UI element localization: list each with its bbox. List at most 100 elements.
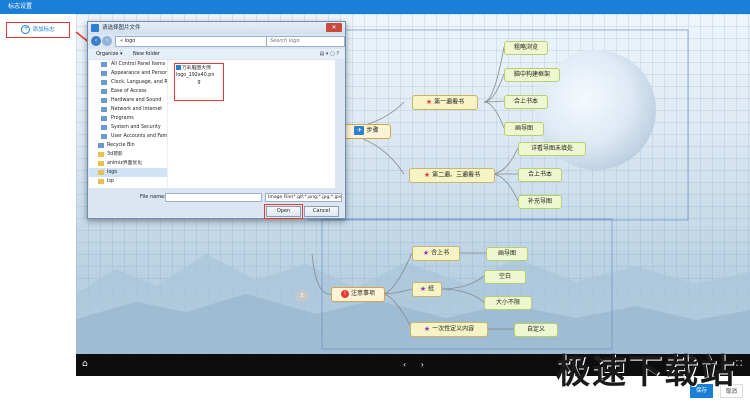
- prev-next-arrows-icon[interactable]: ‹ ›: [403, 360, 430, 369]
- fullscreen-icon[interactable]: ⛶: [736, 359, 742, 369]
- forward-arrow-icon[interactable]: ›: [102, 36, 112, 46]
- add-mark-label: 添加标志: [32, 27, 55, 33]
- site-watermark: 极速下载站: [556, 352, 736, 392]
- file-list[interactable]: 万彩脑图大师 logo_192x40.pn g: [168, 60, 335, 188]
- image-file-icon: [176, 65, 181, 70]
- tree-item[interactable]: All Control Panel Items: [89, 60, 167, 69]
- dialog-title-bar: 请选择图片文件 ✕: [88, 22, 345, 34]
- tree-item-label: User Accounts and Family Safety: [111, 134, 168, 139]
- tree-item[interactable]: animiz界面优化: [89, 159, 167, 168]
- node-paper[interactable]: ★ 纸: [412, 282, 442, 297]
- control-panel-icon: [101, 89, 107, 94]
- tree-item[interactable]: Programs: [89, 114, 167, 123]
- dialog-toolbar: Organize ▾ New folder ▤ ▾ ▢ ?: [88, 49, 345, 59]
- tree-item[interactable]: User Accounts and Family Safety: [89, 132, 167, 141]
- node-draw-map[interactable]: 画导图: [486, 247, 528, 261]
- tree-item-label: Recycle Bin: [107, 143, 135, 148]
- control-panel-icon: [101, 80, 107, 85]
- file-type-filter[interactable]: Image File(*.gif;*.png;*.jpg;*.jpe: [265, 193, 342, 202]
- new-folder-button[interactable]: New folder: [133, 49, 160, 59]
- control-panel-icon: [101, 107, 107, 112]
- control-panel-icon: [101, 116, 107, 121]
- tree-item[interactable]: System and Security: [89, 123, 167, 132]
- tree-item[interactable]: Ease of Access: [89, 87, 167, 96]
- node-second-read[interactable]: ★ 第二遍、三遍看书: [409, 168, 495, 183]
- search-input[interactable]: Search logo: [266, 36, 345, 47]
- tree-item-label: logo: [107, 170, 118, 175]
- folder-icon: [98, 170, 104, 175]
- folder-tree[interactable]: All Control Panel Items Appearance and Pe…: [89, 60, 168, 188]
- control-panel-icon: [101, 71, 107, 76]
- node-steps[interactable]: ✈ 步骤: [342, 124, 391, 139]
- node-first-child-3[interactable]: 合上书本: [504, 95, 548, 109]
- node-paper-child-1[interactable]: 空白: [484, 270, 526, 284]
- window-title: 标志设置: [8, 3, 33, 10]
- tree-item-label: Network and Internet: [111, 107, 163, 112]
- node-first-child-4[interactable]: 画导图: [504, 122, 544, 136]
- organize-button[interactable]: Organize ▾: [96, 49, 123, 59]
- app-icon: [91, 24, 99, 32]
- view-help-icons[interactable]: ▤ ▾ ▢ ?: [320, 49, 339, 59]
- open-button[interactable]: Open: [264, 204, 303, 219]
- tree-item-label: Hardware and Sound: [111, 98, 162, 103]
- window-title-bar: 标志设置: [0, 0, 750, 14]
- tree-item[interactable]: logo: [89, 168, 167, 177]
- control-panel-icon: [101, 62, 107, 67]
- tree-item-label: All Control Panel Items: [111, 62, 166, 67]
- node-one-time[interactable]: ★ 一次性定义内容: [410, 322, 488, 337]
- tree-item[interactable]: Clock, Language, and Region: [89, 78, 167, 87]
- tree-item-label: Programs: [111, 116, 134, 121]
- tree-item-label: Clock, Language, and Region: [111, 80, 167, 85]
- file-name-label: File name:: [140, 194, 166, 200]
- node-second-child-3[interactable]: 补充导图: [518, 195, 562, 209]
- node-custom[interactable]: 自定义: [514, 323, 558, 337]
- cancel-button[interactable]: Cancel: [304, 206, 339, 217]
- plus-icon: +: [21, 25, 31, 34]
- star-icon: ★: [425, 98, 433, 106]
- file-name-row: File name: Image File(*.gif;*.png;*.jpg;…: [88, 192, 345, 202]
- tree-item[interactable]: Network and Internet: [89, 105, 167, 114]
- control-panel-icon: [101, 134, 107, 139]
- node-first-child-2[interactable]: 脑中构建框架: [504, 68, 560, 82]
- node-notes[interactable]: ! 注意事项: [331, 287, 385, 302]
- add-mark-button[interactable]: + 添加标志: [6, 22, 70, 38]
- tree-item[interactable]: Recycle Bin: [89, 141, 167, 150]
- tree-item[interactable]: Hardware and Sound: [89, 96, 167, 105]
- tree-item-label: lsp: [107, 179, 114, 184]
- dialog-buttons: Open Cancel: [88, 204, 345, 219]
- file-name-input[interactable]: [165, 193, 262, 202]
- address-bar[interactable]: « logo: [115, 36, 267, 47]
- node-first-read[interactable]: ★ 第一遍看书: [412, 95, 478, 110]
- node-first-child-1[interactable]: 粗略浏览: [504, 41, 548, 55]
- star-icon: ★: [422, 249, 430, 257]
- tree-item[interactable]: lsp: [89, 177, 167, 186]
- node-second-child-1[interactable]: 详看导图未填处: [518, 142, 586, 156]
- plane-icon: ✈: [354, 126, 365, 135]
- tree-item-label: animiz界面优化: [107, 161, 143, 166]
- control-panel-icon: [101, 125, 107, 130]
- star-icon: ★: [419, 285, 427, 293]
- star-icon: ★: [423, 325, 431, 333]
- node-close-book[interactable]: ★ 合上书: [412, 246, 460, 261]
- tree-item-label: Ease of Access: [111, 89, 147, 94]
- collapse-badge[interactable]: 3: [296, 290, 308, 302]
- warning-icon: !: [340, 289, 349, 298]
- control-panel-icon: [98, 143, 104, 148]
- close-icon[interactable]: ✕: [326, 23, 342, 32]
- address-row: ‹ › « logo Search logo: [91, 36, 345, 47]
- control-panel-icon: [101, 98, 107, 103]
- file-open-dialog: 请选择图片文件 ✕ ‹ › « logo Search logo Organiz…: [87, 21, 346, 219]
- back-arrow-icon[interactable]: ‹: [91, 36, 101, 46]
- folder-icon: [98, 161, 104, 166]
- tree-item[interactable]: Appearance and Personalization: [89, 69, 167, 78]
- left-panel: + 添加标志: [0, 14, 77, 405]
- tree-item-label: System and Security: [111, 125, 161, 130]
- tree-item-label: 3d荷影: [107, 152, 123, 157]
- home-icon[interactable]: ⌂: [82, 359, 88, 369]
- dialog-title: 请选择图片文件: [102, 25, 141, 31]
- file-item-logo[interactable]: 万彩脑图大师 logo_192x40.pn g: [174, 63, 224, 101]
- node-second-child-2[interactable]: 合上书本: [518, 168, 562, 182]
- folder-icon: [98, 152, 104, 157]
- node-paper-child-2[interactable]: 大小不限: [484, 296, 532, 310]
- tree-item[interactable]: 3d荷影: [89, 150, 167, 159]
